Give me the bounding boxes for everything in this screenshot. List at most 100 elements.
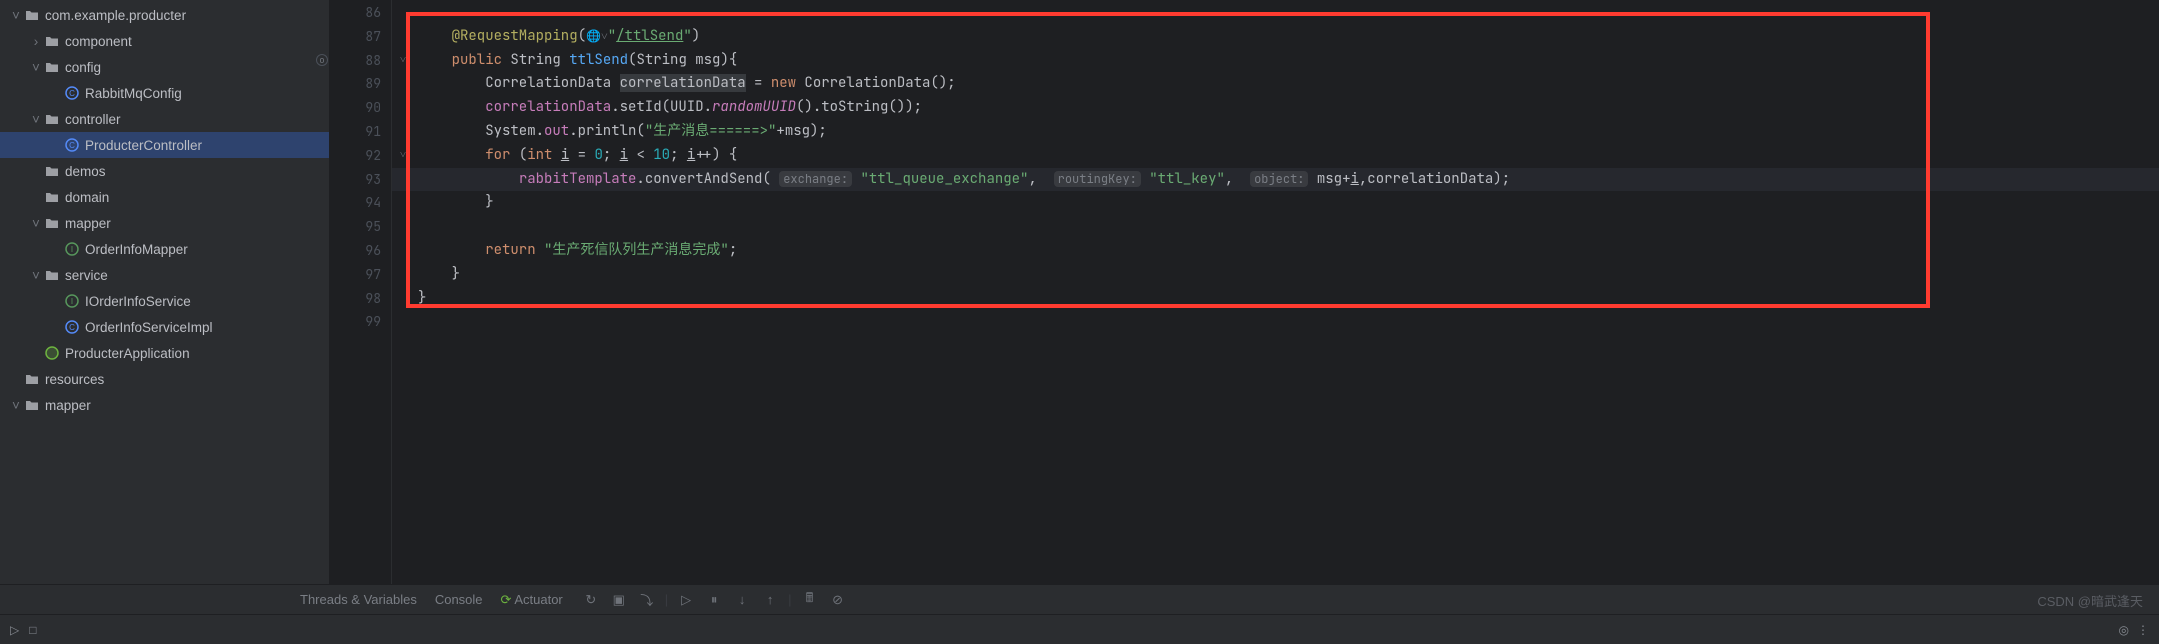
fold-marker[interactable] (392, 215, 414, 239)
gutter-line[interactable]: 95 (330, 215, 381, 239)
code-line[interactable]: for (int i = 0; i < 10; i++) { (392, 144, 2159, 168)
tree-item-label: ProducterController (85, 138, 202, 153)
watermark: CSDN @暗武逢天 (2037, 591, 2143, 610)
interface-icon: I (64, 241, 80, 257)
gutter-line[interactable]: 98 (330, 287, 381, 311)
chevron-down-icon[interactable]: ˅ (28, 215, 44, 231)
debug-tab-threads[interactable]: Threads & Variables (300, 592, 417, 607)
gutter-line[interactable]: 88o (330, 49, 381, 73)
tree-item-resources[interactable]: resources (0, 366, 329, 392)
tree-item-iorderinfoservice[interactable]: IIOrderInfoService (0, 288, 329, 314)
terminal-icon[interactable]: □ (29, 623, 36, 637)
code-line[interactable]: rabbitTemplate.convertAndSend( exchange:… (392, 168, 2159, 192)
code-line[interactable]: public String ttlSend(String msg){ (392, 49, 2159, 73)
fold-column[interactable]: ˅˅ (392, 0, 414, 334)
tree-item-label: ProducterApplication (65, 346, 190, 361)
run-icon[interactable]: ▷ (10, 623, 19, 637)
tree-item-mapper[interactable]: ˅mapper (0, 392, 329, 418)
chevron-down-icon[interactable]: ˅ (28, 111, 44, 127)
restart-icon[interactable]: ↻ (581, 590, 601, 610)
tree-item-component[interactable]: › component (0, 28, 329, 54)
fold-marker[interactable] (392, 310, 414, 334)
code-line[interactable] (392, 215, 2159, 239)
tree-item-domain[interactable]: domain (0, 184, 329, 210)
code-line[interactable] (392, 1, 2159, 25)
pause-icon[interactable]: ⏸ (704, 590, 724, 610)
gutter-line[interactable]: 99 (330, 310, 381, 334)
step-into-icon[interactable]: ↓ (732, 590, 752, 610)
code-line[interactable]: System.out.println("生产消息======>"+msg); (392, 120, 2159, 144)
code-line[interactable]: } (392, 263, 2159, 287)
tree-item-label: component (65, 34, 132, 49)
code-line[interactable]: @RequestMapping(🌐˅"/ttlSend") (392, 25, 2159, 49)
svg-text:C: C (69, 141, 75, 150)
step-over-icon[interactable]: ⤵ (637, 590, 657, 610)
chevron-down-icon[interactable]: ˅ (8, 397, 24, 413)
code-line[interactable]: } (392, 287, 2159, 311)
gutter-line[interactable]: 94 (330, 191, 381, 215)
code-area[interactable]: ˅˅ @RequestMapping(🌐˅"/ttlSend") public … (392, 0, 2159, 584)
chevron-down-icon[interactable]: ˅ (28, 267, 44, 283)
gutter-line[interactable]: 86 (330, 1, 381, 25)
tree-item-mapper[interactable]: ˅mapper (0, 210, 329, 236)
tree-item-rabbitmqconfig[interactable]: CRabbitMqConfig (0, 80, 329, 106)
resources-icon (24, 371, 40, 387)
tree-item-config[interactable]: ˅config (0, 54, 329, 80)
debug-tab-actuator[interactable]: ⟳ Actuator (501, 592, 563, 608)
editor-gutter[interactable]: 868788o8990919293949596979899 (330, 0, 392, 584)
gutter-override-icon[interactable]: o (316, 54, 328, 66)
chevron-down-icon[interactable]: ˅ (28, 59, 44, 75)
gutter-line[interactable]: 96 (330, 239, 381, 263)
step-out-icon[interactable]: ↑ (760, 590, 780, 610)
tree-item-controller[interactable]: ˅controller (0, 106, 329, 132)
fold-marker[interactable] (392, 25, 414, 49)
code-line[interactable]: CorrelationData correlationData = new Co… (392, 72, 2159, 96)
fold-marker[interactable] (392, 168, 414, 192)
tree-item-demos[interactable]: demos (0, 158, 329, 184)
tree-item-com-example-producter[interactable]: ˅ com.example.producter (0, 2, 329, 28)
project-tree[interactable]: ˅com.example.producter›component˅configC… (0, 0, 330, 584)
tree-item-label: demos (65, 164, 106, 179)
tree-item-service[interactable]: ˅service (0, 262, 329, 288)
fold-marker[interactable] (392, 96, 414, 120)
target-icon[interactable]: ◎ (2119, 623, 2129, 637)
resume-icon[interactable]: ▷ (676, 590, 696, 610)
code-line[interactable]: correlationData.setId(UUID.randomUUID().… (392, 96, 2159, 120)
stop-icon[interactable]: ▣ (609, 590, 629, 610)
chevron-down-icon[interactable]: ˅ (8, 7, 24, 23)
fold-marker[interactable] (392, 191, 414, 215)
gutter-line[interactable]: 92 (330, 144, 381, 168)
package-icon (44, 33, 60, 49)
gutter-line[interactable]: 97 (330, 263, 381, 287)
tree-item-orderinfoserviceimpl[interactable]: COrderInfoServiceImpl (0, 314, 329, 340)
tree-item-producterapplication[interactable]: ProducterApplication (0, 340, 329, 366)
mute-breakpoints-icon[interactable]: ⊘ (828, 590, 848, 610)
gutter-line[interactable]: 93 (330, 168, 381, 192)
chevron-right-icon[interactable]: › (28, 33, 44, 49)
gutter-line[interactable]: 87 (330, 25, 381, 49)
tree-item-label: com.example.producter (45, 8, 186, 23)
gutter-line[interactable]: 91 (330, 120, 381, 144)
fold-marker[interactable] (392, 263, 414, 287)
code-line[interactable]: return "生产死信队列生产消息完成"; (392, 239, 2159, 263)
gutter-line[interactable]: 89 (330, 72, 381, 96)
fold-marker[interactable] (392, 1, 414, 25)
evaluate-icon[interactable]: 🖩 (800, 590, 820, 610)
code-line[interactable]: } (392, 191, 2159, 215)
fold-marker[interactable] (392, 120, 414, 144)
fold-marker[interactable] (392, 239, 414, 263)
folder-icon (24, 397, 40, 413)
tree-item-productercontroller[interactable]: C ProducterController (0, 132, 329, 158)
more-icon[interactable]: ⋮ (2137, 623, 2149, 637)
fold-marker[interactable] (392, 287, 414, 311)
fold-marker[interactable]: ˅ (392, 144, 414, 168)
fold-marker[interactable] (392, 72, 414, 96)
spring-icon (44, 345, 60, 361)
tree-item-orderinfomapper[interactable]: IOrderInfoMapper (0, 236, 329, 262)
fold-marker[interactable]: ˅ (392, 49, 414, 73)
gutter-line[interactable]: 90 (330, 96, 381, 120)
package-icon (24, 7, 40, 23)
class-icon: C (64, 137, 80, 153)
debug-tab-console[interactable]: Console (435, 592, 483, 607)
code-line[interactable] (392, 310, 2159, 334)
